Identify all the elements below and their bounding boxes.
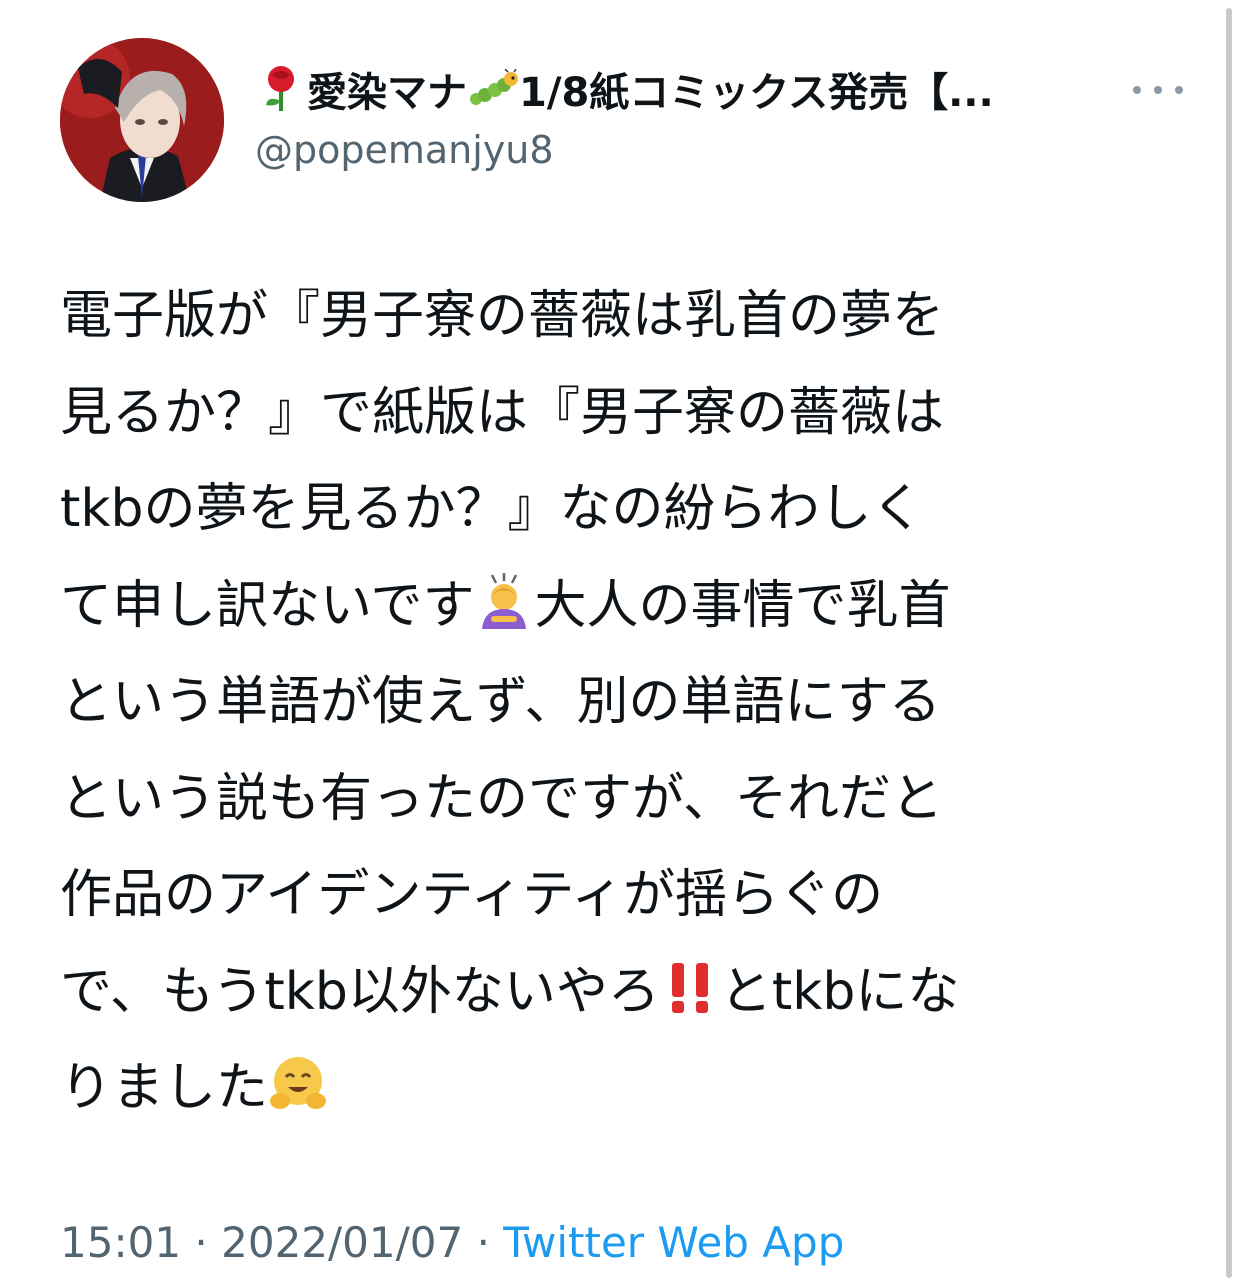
tweet-date[interactable]: 2022/01/07 [221, 1218, 463, 1267]
display-name[interactable]: 愛染マナ 1/8紙コミックス発売【... [255, 60, 994, 118]
dot [1133, 86, 1141, 94]
tweet-line: 見るか？』で紙版は『男子寮の薔薇は [60, 382, 945, 443]
dot [1175, 86, 1183, 94]
display-name-prefix: 愛染マナ [307, 70, 467, 116]
tweet-time[interactable]: 15:01 [60, 1218, 181, 1267]
tweet-text: 電子版が『男子寮の薔薇は乳首の夢を 見るか？』で紙版は『男子寮の薔薇は tkbの… [60, 268, 1190, 1137]
more-options-button[interactable] [1133, 78, 1183, 102]
tweet-line: 電子版が『男子寮の薔薇は乳首の夢を [60, 286, 945, 346]
tweet-line: 作品のアイデンティティが揺らぐの [60, 865, 884, 925]
scrollbar[interactable] [1226, 8, 1232, 1278]
tweet-source-link[interactable]: Twitter Web App [503, 1218, 844, 1267]
avatar[interactable] [60, 38, 224, 202]
tweet-line: という単語が使えず、別の単語にする [60, 672, 941, 732]
rose-icon [255, 63, 307, 115]
tweet-meta: 15:01 · 2022/01/07 · Twitter Web App [60, 1218, 844, 1267]
tweet-line: tkbの夢を見るか？』なの紛らわしく [60, 479, 924, 539]
dot [1154, 86, 1162, 94]
tweet-text-segment: 大人の事情で乳首 [534, 575, 951, 636]
tweet-text-segment: とtkbにな [719, 961, 960, 1022]
meta-separator: · [194, 1218, 208, 1267]
tweet-line-with-emoji: りました [60, 1040, 1190, 1137]
caterpillar-icon [467, 63, 519, 115]
user-handle[interactable]: @popemanjyu8 [255, 128, 554, 172]
tweet-text-segment: て申し訳ないです [60, 575, 475, 636]
tweet-line-with-emoji: で、もうtkb以外ないやろ とtkbにな [60, 944, 1190, 1041]
tweet-line-with-emoji: て申し訳ないです 大人の事情で乳首 [60, 558, 1190, 655]
tweet-screen: 愛染マナ 1/8紙コミックス発売【... @popemanjyu8 電子版が『男… [0, 0, 1242, 1286]
tweet-text-segment: で、もうtkb以外ないやろ [60, 961, 660, 1022]
person-bowing-icon [474, 566, 534, 629]
tweet-line: という説も有ったのですが、それだと [60, 768, 943, 829]
hugging-face-icon [268, 1048, 328, 1109]
tweet-header: 愛染マナ 1/8紙コミックス発売【... @popemanjyu8 [60, 38, 1183, 203]
meta-separator: · [476, 1218, 490, 1267]
double-exclamation-icon [660, 952, 720, 1013]
display-name-suffix: 1/8紙コミックス発売【... [519, 70, 994, 116]
tweet-text-segment: りました [60, 1058, 269, 1118]
